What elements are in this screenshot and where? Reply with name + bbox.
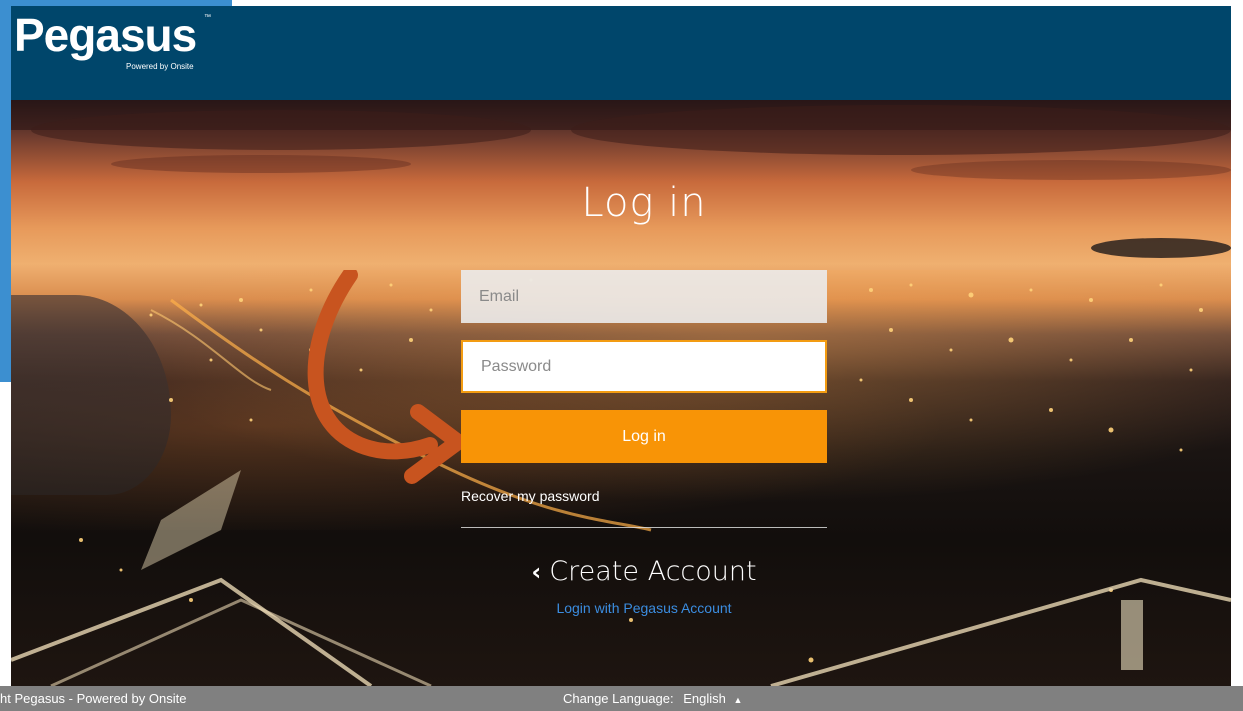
language-selector[interactable]: Change Language: English ▲	[563, 691, 742, 706]
curved-arrow-icon	[307, 270, 466, 484]
logo-text: Pegasus	[14, 9, 197, 61]
login-page: Pegasus ™ Powered by Onsite Log in Email…	[0, 0, 1243, 711]
login-button[interactable]: Log in	[461, 410, 827, 463]
email-input[interactable]	[461, 270, 827, 323]
language-value: English	[683, 691, 726, 706]
footer-copyright: ht Pegasus - Powered by Onsite	[0, 691, 187, 706]
password-input[interactable]	[461, 340, 827, 393]
chevron-left-icon: ‹	[531, 558, 542, 586]
login-title: Log in	[581, 180, 707, 226]
trademark-symbol: ™	[204, 14, 211, 21]
form-divider	[461, 527, 827, 528]
footer-bar: ht Pegasus - Powered by Onsite Change La…	[0, 686, 1243, 711]
pegasus-logo[interactable]: Pegasus ™ Powered by Onsite	[14, 9, 211, 71]
pegasus-account-login-link[interactable]: Login with Pegasus Account	[461, 600, 827, 616]
caret-up-icon: ▲	[733, 695, 743, 705]
recover-password-link[interactable]: Recover my password	[461, 488, 600, 504]
language-label: Change Language:	[563, 691, 674, 706]
create-account-button[interactable]: ‹ Create Account	[461, 556, 827, 587]
logo-subtitle: Powered by Onsite	[126, 62, 194, 71]
create-account-label: Create Account	[549, 556, 757, 587]
